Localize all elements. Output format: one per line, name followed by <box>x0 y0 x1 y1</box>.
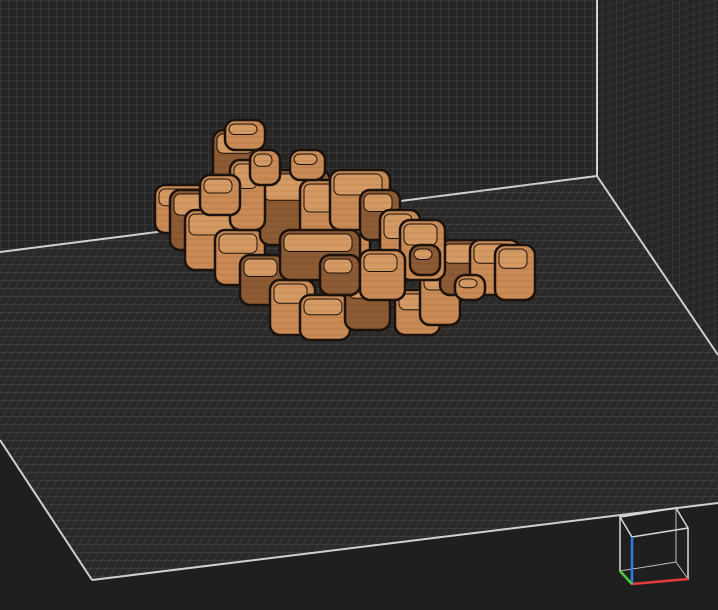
voxel-cluster-top <box>218 233 258 254</box>
voxel-cluster-top <box>303 298 343 316</box>
scene-canvas[interactable] <box>0 0 718 610</box>
voxel-cluster-top <box>413 248 433 260</box>
voxel-cluster-top <box>458 278 478 289</box>
voxel-cluster-top <box>498 248 528 269</box>
voxel-cluster-top <box>253 153 273 167</box>
voxel-cluster-top <box>228 123 258 135</box>
voxel-cluster-top <box>283 233 353 252</box>
voxel-cluster-top <box>293 153 318 165</box>
voxel-cluster-top <box>323 258 353 274</box>
3d-viewport[interactable] <box>0 0 718 610</box>
voxel-cluster-top <box>243 258 278 277</box>
